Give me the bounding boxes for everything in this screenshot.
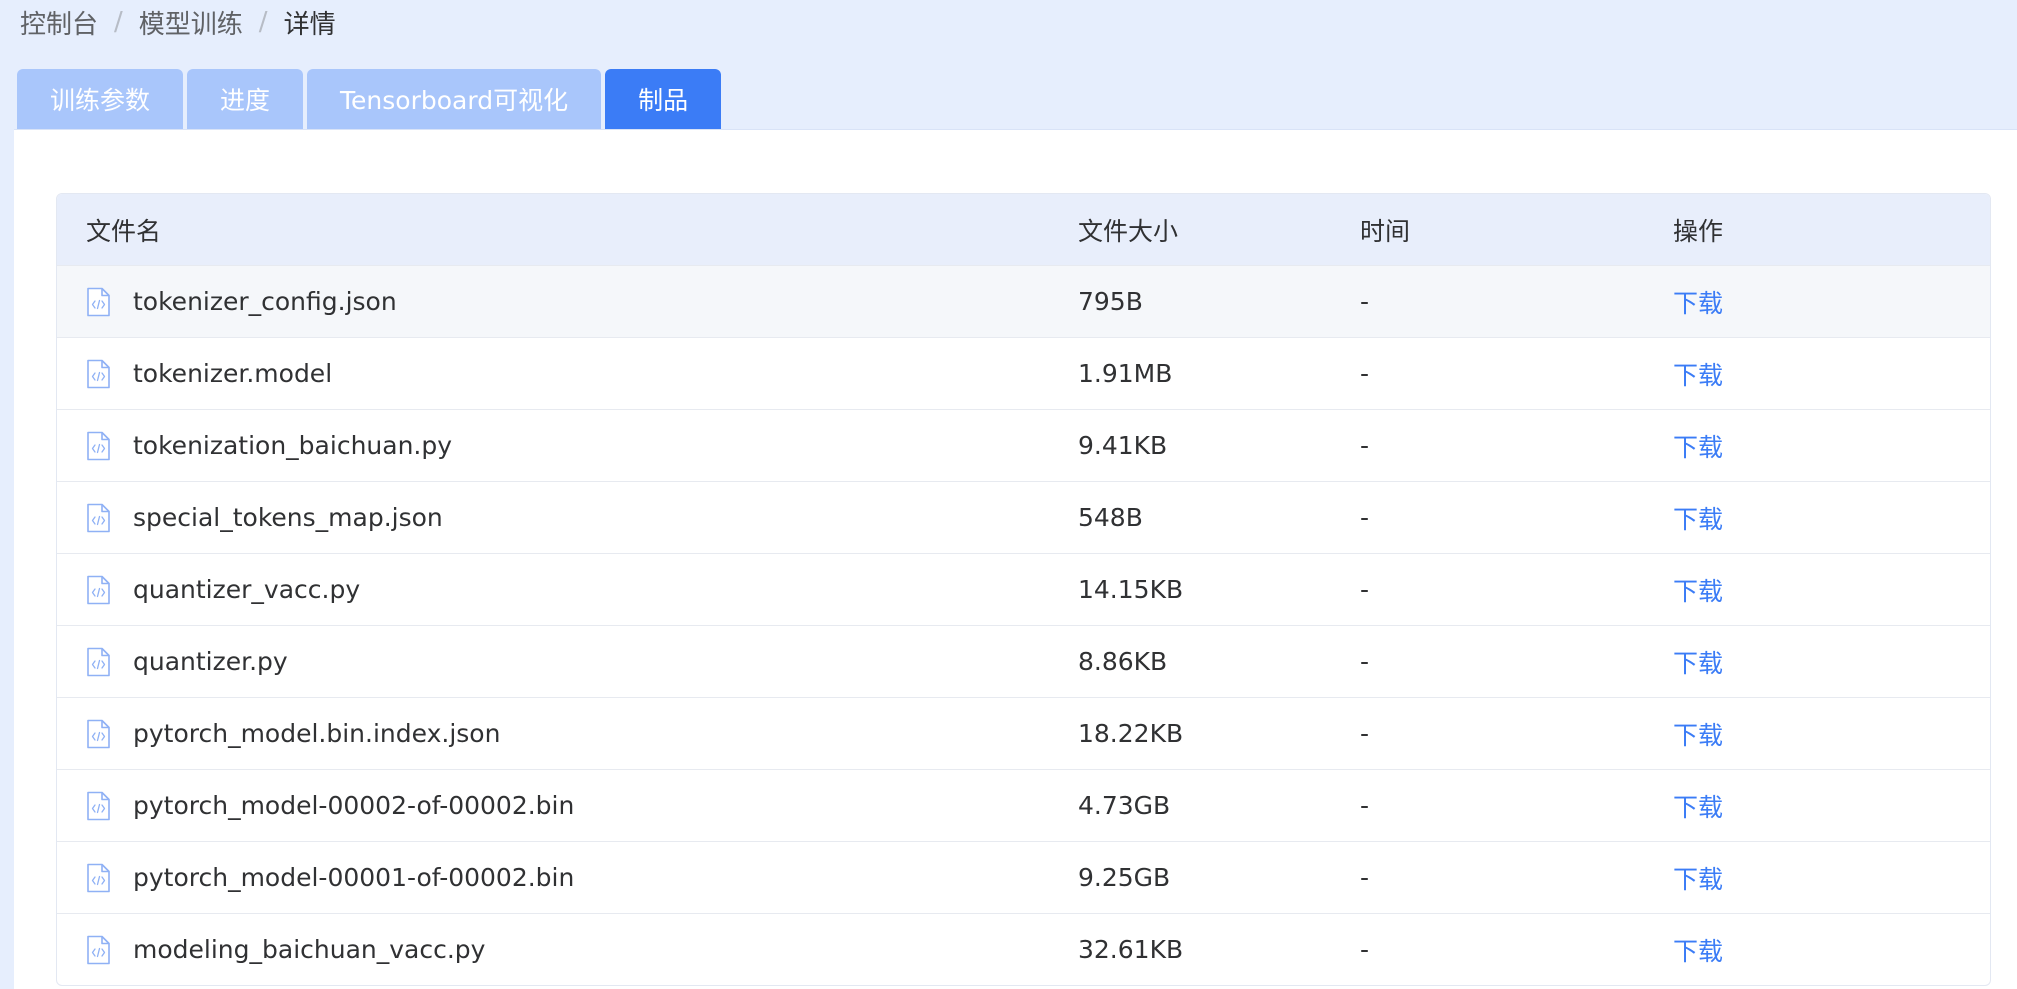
download-link[interactable]: 下载 — [1673, 649, 1723, 678]
table-row: tokenizer.model 1.91MB - 下载 — [57, 337, 1990, 409]
cell-size: 8.86KB — [1078, 647, 1168, 676]
table-row: pytorch_model.bin.index.json 18.22KB - 下… — [57, 697, 1990, 769]
cell-time: - — [1360, 719, 1370, 748]
table-row: pytorch_model-00002-of-00002.bin 4.73GB … — [57, 769, 1990, 841]
file-name: pytorch_model.bin.index.json — [133, 719, 501, 748]
file-name: tokenizer_config.json — [133, 287, 397, 316]
cell-time: - — [1360, 287, 1370, 316]
cell-action: 下载 — [1673, 572, 1990, 608]
artifacts-table: 文件名 文件大小 时间 操作 tokenizer_config.json 795… — [56, 193, 1991, 986]
file-code-icon — [86, 287, 111, 317]
file-code-icon — [86, 359, 111, 389]
table-row: quantizer.py 8.86KB - 下载 — [57, 625, 1990, 697]
file-name: tokenization_baichuan.py — [133, 431, 453, 460]
file-code-icon — [86, 719, 111, 749]
file-code-icon — [86, 647, 111, 677]
breadcrumb: 控制台 / 模型训练 / 详情 — [20, 2, 336, 42]
cell-time: - — [1360, 647, 1370, 676]
cell-filename: tokenization_baichuan.py — [57, 431, 1078, 461]
file-code-icon — [86, 575, 111, 605]
cell-size: 795B — [1078, 287, 1143, 316]
file-code-icon — [86, 431, 111, 461]
cell-filename: pytorch_model.bin.index.json — [57, 719, 1078, 749]
file-code-icon — [86, 863, 111, 893]
cell-filename: tokenizer_config.json — [57, 287, 1078, 317]
download-link[interactable]: 下载 — [1673, 721, 1723, 750]
file-name: quantizer_vacc.py — [133, 575, 361, 604]
cell-action: 下载 — [1673, 428, 1990, 464]
cell-filename: quantizer_vacc.py — [57, 575, 1078, 605]
table-row: special_tokens_map.json 548B - 下载 — [57, 481, 1990, 553]
cell-size: 548B — [1078, 503, 1143, 532]
cell-time: - — [1360, 575, 1370, 604]
download-link[interactable]: 下载 — [1673, 937, 1723, 966]
table-header: 文件名 文件大小 时间 操作 — [57, 194, 1990, 265]
column-header-time: 时间 — [1360, 216, 1411, 246]
cell-filename: pytorch_model-00002-of-00002.bin — [57, 791, 1078, 821]
table-row: tokenization_baichuan.py 9.41KB - 下载 — [57, 409, 1990, 481]
column-header-action: 操作 — [1673, 216, 1724, 246]
tab-artifacts[interactable]: 制品 — [605, 69, 722, 129]
cell-filename: modeling_baichuan_vacc.py — [57, 935, 1078, 965]
cell-size: 9.41KB — [1078, 431, 1168, 460]
cell-action: 下载 — [1673, 500, 1990, 536]
file-name: pytorch_model-00002-of-00002.bin — [133, 791, 575, 820]
column-header-size: 文件大小 — [1078, 216, 1179, 246]
table-row: quantizer_vacc.py 14.15KB - 下载 — [57, 553, 1990, 625]
cell-time: - — [1360, 503, 1370, 532]
file-code-icon — [86, 503, 111, 533]
tab-training-params[interactable]: 训练参数 — [17, 69, 184, 129]
cell-action: 下载 — [1673, 932, 1990, 968]
cell-action: 下载 — [1673, 284, 1990, 320]
file-name: modeling_baichuan_vacc.py — [133, 935, 486, 964]
cell-time: - — [1360, 431, 1370, 460]
file-name: pytorch_model-00001-of-00002.bin — [133, 863, 575, 892]
table-row: pytorch_model-00001-of-00002.bin 9.25GB … — [57, 841, 1990, 913]
cell-filename: tokenizer.model — [57, 359, 1078, 389]
file-code-icon — [86, 791, 111, 821]
file-name: special_tokens_map.json — [133, 503, 443, 532]
download-link[interactable]: 下载 — [1673, 793, 1723, 822]
cell-time: - — [1360, 791, 1370, 820]
cell-filename: quantizer.py — [57, 647, 1078, 677]
cell-action: 下载 — [1673, 788, 1990, 824]
file-name: tokenizer.model — [133, 359, 333, 388]
cell-filename: pytorch_model-00001-of-00002.bin — [57, 863, 1078, 893]
table-body: tokenizer_config.json 795B - 下载 tokenize… — [57, 265, 1990, 985]
breadcrumb-detail: 详情 — [283, 9, 336, 40]
cell-filename: special_tokens_map.json — [57, 503, 1078, 533]
cell-action: 下载 — [1673, 356, 1990, 392]
cell-action: 下载 — [1673, 716, 1990, 752]
cell-size: 1.91MB — [1078, 359, 1173, 388]
tab-tensorboard[interactable]: Tensorboard可视化 — [307, 69, 602, 129]
breadcrumb-separator: / — [258, 7, 268, 37]
download-link[interactable]: 下载 — [1673, 361, 1723, 390]
file-code-icon — [86, 935, 111, 965]
cell-size: 32.61KB — [1078, 935, 1184, 964]
tab-bar: 训练参数 进度 Tensorboard可视化 制品 — [17, 69, 722, 129]
cell-size: 9.25GB — [1078, 863, 1171, 892]
table-row: modeling_baichuan_vacc.py 32.61KB - 下载 — [57, 913, 1990, 985]
table-row: tokenizer_config.json 795B - 下载 — [57, 265, 1990, 337]
download-link[interactable]: 下载 — [1673, 505, 1723, 534]
cell-size: 14.15KB — [1078, 575, 1184, 604]
download-link[interactable]: 下载 — [1673, 577, 1723, 606]
cell-action: 下载 — [1673, 860, 1990, 896]
cell-time: - — [1360, 359, 1370, 388]
download-link[interactable]: 下载 — [1673, 289, 1723, 318]
cell-time: - — [1360, 863, 1370, 892]
cell-action: 下载 — [1673, 644, 1990, 680]
cell-size: 18.22KB — [1078, 719, 1184, 748]
breadcrumb-console[interactable]: 控制台 — [20, 4, 98, 41]
breadcrumb-model-training[interactable]: 模型训练 — [139, 4, 243, 41]
cell-size: 4.73GB — [1078, 791, 1171, 820]
file-name: quantizer.py — [133, 647, 288, 676]
cell-time: - — [1360, 935, 1370, 964]
breadcrumb-separator: / — [114, 7, 123, 37]
download-link[interactable]: 下载 — [1673, 433, 1723, 462]
column-header-filename: 文件名 — [86, 216, 162, 246]
download-link[interactable]: 下载 — [1673, 865, 1723, 894]
tab-progress[interactable]: 进度 — [187, 69, 304, 129]
